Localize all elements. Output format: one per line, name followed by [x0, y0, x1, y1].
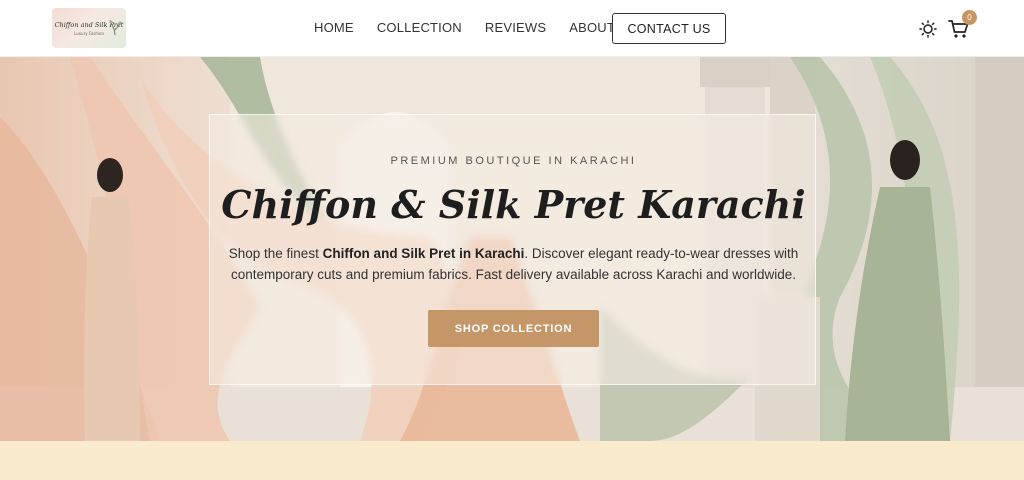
cart-count-badge: 0: [962, 10, 977, 25]
nav-home[interactable]: HOME: [314, 20, 354, 35]
logo-subtitle: Luxury Fashion: [74, 30, 104, 36]
nav-collection[interactable]: COLLECTION: [377, 20, 462, 35]
hero-desc-prefix: Shop the finest: [228, 246, 323, 261]
nav-reviews[interactable]: REVIEWS: [485, 20, 546, 35]
features-strip: [0, 441, 1024, 480]
hero-desc-keyword: Chiffon and Silk Pret in Karachi: [322, 246, 525, 261]
brand-logo[interactable]: Chiffon and Silk Pret Luxury Fashion: [52, 8, 126, 48]
hero-description: Shop the finest Chiffon and Silk Pret in…: [228, 243, 799, 285]
hero-card: PREMIUM BOUTIQUE IN KARACHI Chiffon & Si…: [209, 114, 816, 385]
site-header: Chiffon and Silk Pret Luxury Fashion HOM…: [0, 0, 1024, 57]
hero-title: Chiffon & Silk Pret Karachi: [221, 182, 806, 227]
leaf-icon: [109, 19, 122, 36]
hero-section: PREMIUM BOUTIQUE IN KARACHI Chiffon & Si…: [0, 57, 1024, 441]
hero-eyebrow: PREMIUM BOUTIQUE IN KARACHI: [390, 155, 637, 167]
nav-about[interactable]: ABOUT: [569, 20, 615, 35]
main-nav: HOME COLLECTION REVIEWS ABOUT: [314, 20, 615, 35]
sun-icon[interactable]: [919, 20, 937, 38]
shop-collection-button[interactable]: SHOP COLLECTION: [428, 310, 599, 347]
contact-us-button[interactable]: CONTACT US: [612, 13, 726, 44]
